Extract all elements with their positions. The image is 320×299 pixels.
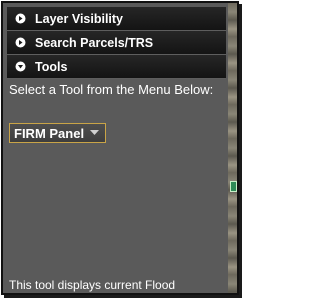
map-marker: [230, 181, 237, 192]
chevron-down-icon: [90, 130, 100, 136]
selected-tool-label: FIRM Panel: [14, 125, 85, 141]
accordion-panel: Layer Visibility Search Parcels/TRS Tool…: [7, 7, 226, 293]
search-parcels-header[interactable]: Search Parcels/TRS: [7, 31, 226, 55]
expand-circle-icon: [15, 37, 26, 48]
map-edge[interactable]: [228, 3, 237, 293]
search-parcels-label: Search Parcels/TRS: [35, 35, 154, 50]
sidebar-frame: Layer Visibility Search Parcels/TRS Tool…: [1, 1, 239, 295]
tools-content: Select a Tool from the Menu Below: FIRM …: [7, 79, 226, 143]
tools-label: Tools: [35, 59, 68, 74]
tool-select-dropdown[interactable]: FIRM Panel: [9, 123, 107, 143]
layer-visibility-header[interactable]: Layer Visibility: [7, 7, 226, 31]
tool-instruction: Select a Tool from the Menu Below:: [9, 82, 214, 97]
tool-description: This tool displays current Flood: [9, 278, 176, 292]
tools-header[interactable]: Tools: [7, 55, 226, 79]
expand-circle-icon: [15, 61, 26, 72]
layer-visibility-label: Layer Visibility: [35, 11, 124, 26]
expand-circle-icon: [15, 13, 26, 24]
